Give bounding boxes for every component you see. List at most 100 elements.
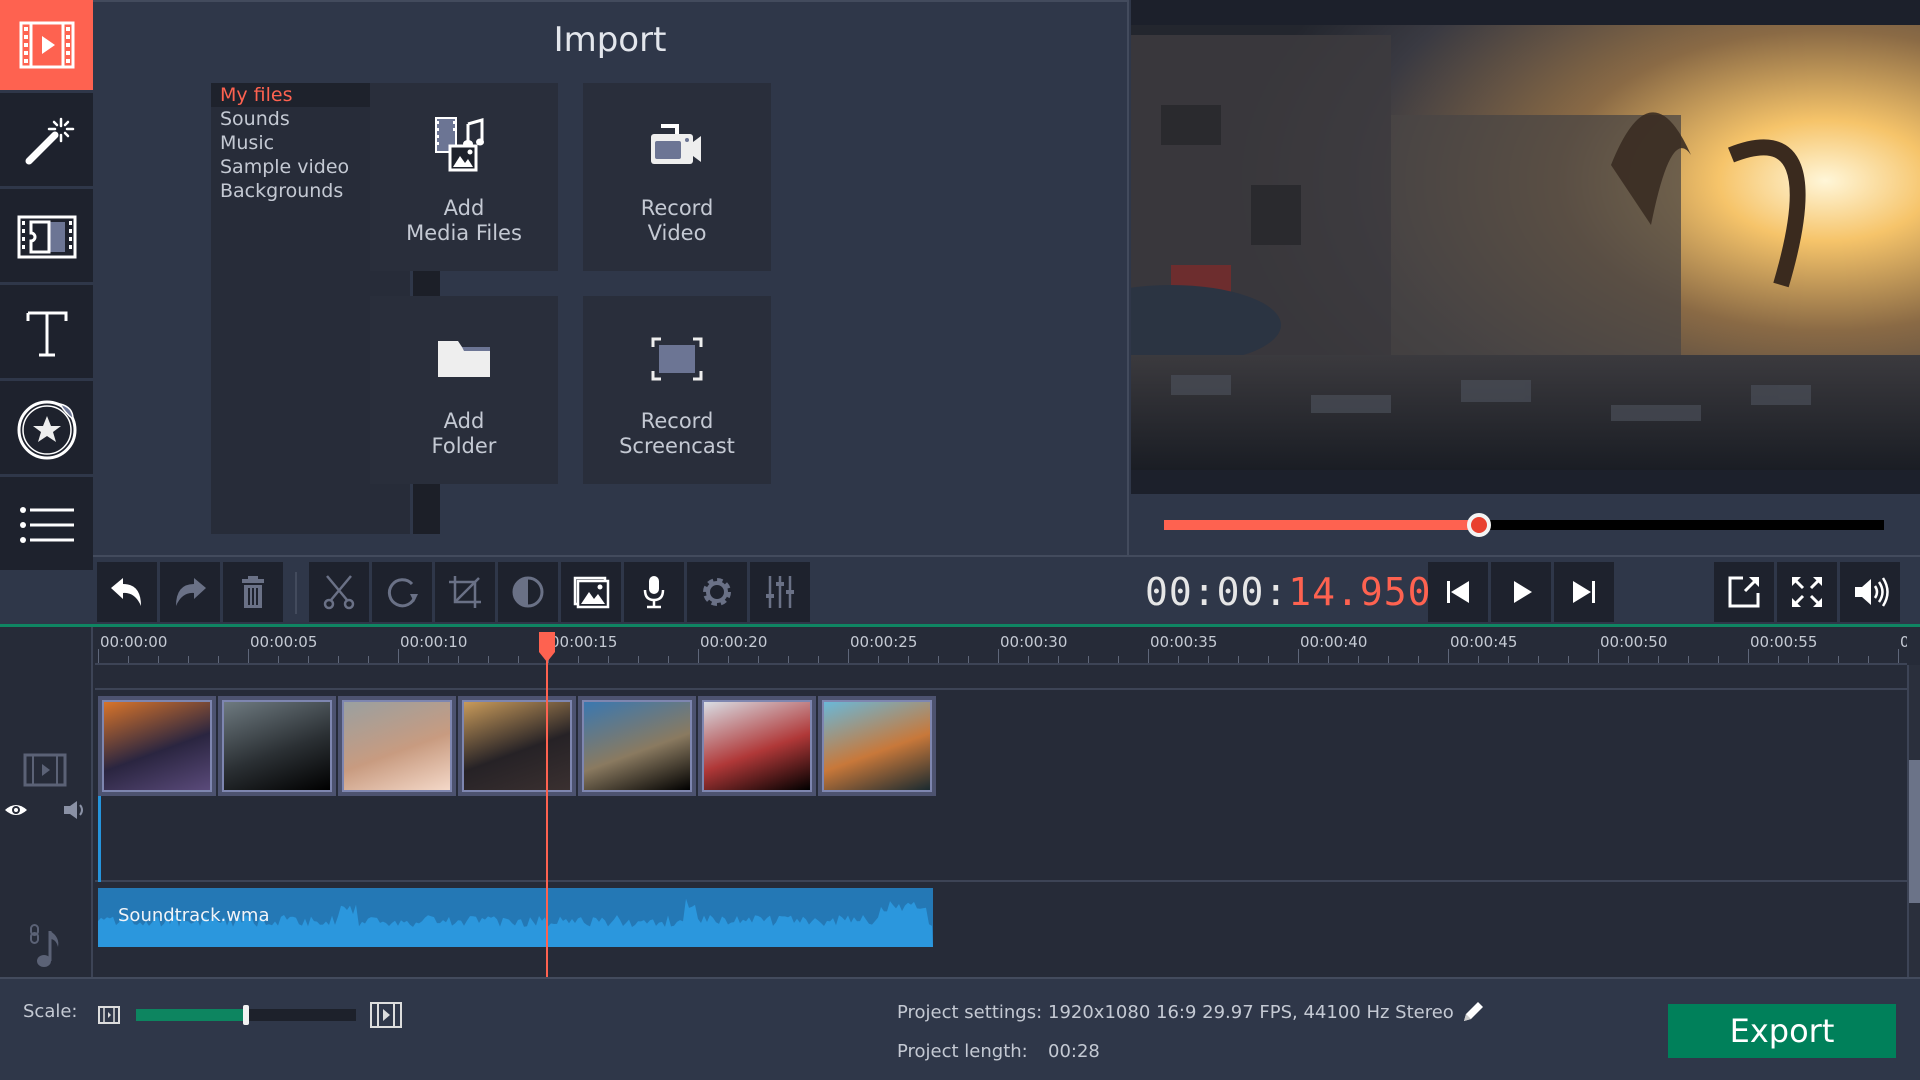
- seek-bar[interactable]: [1164, 513, 1884, 537]
- add-media-files-button[interactable]: Add Media Files: [370, 83, 558, 271]
- sliders-icon: [766, 576, 794, 608]
- volume-icon: [1855, 577, 1889, 607]
- timeline-scrollbar[interactable]: [1907, 665, 1920, 977]
- volume-button[interactable]: [1840, 562, 1900, 622]
- video-clip[interactable]: [98, 696, 216, 796]
- overlay-track: [95, 665, 1907, 690]
- ruler-tick: [308, 656, 309, 663]
- film-track-icon: [23, 753, 67, 787]
- rotate-button[interactable]: [372, 562, 432, 622]
- project-settings-value: 1920x1080 16:9 29.97 FPS, 44100 Hz Stere…: [1048, 1002, 1454, 1023]
- screencast-icon: [583, 321, 771, 396]
- list-icon: [19, 507, 74, 543]
- project-settings-label: Project settings:: [897, 1002, 1043, 1023]
- project-length-value: 00:28: [1048, 1041, 1100, 1062]
- preview-video[interactable]: [1131, 25, 1920, 470]
- ruler-tick: [1658, 656, 1659, 663]
- split-button[interactable]: [309, 562, 369, 622]
- clip-thumbnail: [102, 700, 212, 792]
- crop-button[interactable]: [435, 562, 495, 622]
- time-ruler[interactable]: 00:00:00 00:00:05 00:00:10 00:00:15 00:00:20…: [95, 627, 1907, 665]
- insert-marker: [98, 796, 101, 882]
- seek-handle[interactable]: [1467, 513, 1492, 537]
- clip-thumbnail: [822, 700, 932, 792]
- ruler-tick: [1748, 649, 1749, 663]
- scale-slider[interactable]: [136, 1005, 356, 1025]
- import-panel: Import My files Sounds Music Sample vide…: [93, 0, 1127, 555]
- external-window-icon: [1728, 576, 1760, 608]
- ruler-tick: [1268, 656, 1269, 663]
- transition-puzzle-icon: [17, 215, 76, 259]
- video-clip[interactable]: [818, 696, 936, 796]
- preview-panel: [1127, 0, 1920, 557]
- ruler-tick: [758, 656, 759, 663]
- status-bar: Scale: Project settings: 1920x1080 16:9 …: [0, 977, 1920, 1080]
- clip-thumbnail: [462, 700, 572, 792]
- track-headers: [0, 627, 93, 977]
- color-adjust-button[interactable]: [498, 562, 558, 622]
- ruler-label: 00:00:40: [1300, 633, 1368, 651]
- clip-properties-button[interactable]: [687, 562, 747, 622]
- sidebar-item-titles[interactable]: [0, 288, 93, 381]
- skip-forward-icon: [1573, 581, 1595, 603]
- ruler-tick: [908, 656, 909, 663]
- video-camera-icon: [583, 108, 771, 183]
- edit-pencil-icon[interactable]: [1460, 999, 1486, 1025]
- image-icon: [573, 576, 610, 609]
- record-video-button[interactable]: Record Video: [583, 83, 771, 271]
- zoom-in-film-icon[interactable]: [370, 1002, 402, 1028]
- video-clip[interactable]: [218, 696, 336, 796]
- tile-label: Add Folder: [431, 409, 497, 458]
- audio-clip[interactable]: Soundtrack.wma: [98, 888, 933, 947]
- ruler-tick: [728, 656, 729, 663]
- divider: [93, 555, 1920, 557]
- sidebar-item-import[interactable]: [0, 0, 93, 93]
- scale-handle[interactable]: [243, 1005, 249, 1025]
- redo-button[interactable]: [160, 562, 220, 622]
- playhead-line[interactable]: [545, 632, 548, 977]
- sidebar-item-more[interactable]: [0, 480, 93, 573]
- equalizer-button[interactable]: [750, 562, 810, 622]
- scale-label: Scale:: [23, 1001, 78, 1022]
- fullscreen-button[interactable]: [1777, 562, 1837, 622]
- sidebar-item-transitions[interactable]: [0, 192, 93, 285]
- delete-button[interactable]: [223, 562, 283, 622]
- scale-fill: [136, 1009, 246, 1021]
- video-clip[interactable]: [458, 696, 576, 796]
- ruler-tick: [458, 656, 459, 663]
- slideshow-wizard-button[interactable]: [561, 562, 621, 622]
- video-track: [95, 690, 1907, 882]
- trash-icon: [242, 576, 264, 608]
- ruler-tick: [1598, 649, 1599, 663]
- play-button[interactable]: [1491, 562, 1551, 622]
- zoom-out-film-icon[interactable]: [98, 1006, 120, 1024]
- undo-button[interactable]: [97, 562, 157, 622]
- ruler-label: 00:00:05: [250, 633, 318, 651]
- clip-thumbnail: [582, 700, 692, 792]
- video-clip[interactable]: [578, 696, 696, 796]
- previous-button[interactable]: [1428, 562, 1488, 622]
- add-folder-button[interactable]: Add Folder: [370, 296, 558, 484]
- ruler-tick: [428, 656, 429, 663]
- record-audio-button[interactable]: [624, 562, 684, 622]
- ruler-tick: [1118, 656, 1119, 663]
- ruler-tick: [1178, 656, 1179, 663]
- folder-icon: [370, 321, 558, 396]
- playhead-handle[interactable]: [538, 632, 556, 662]
- sidebar-item-filters[interactable]: [0, 96, 93, 189]
- scrollbar-thumb[interactable]: [1909, 760, 1920, 903]
- video-clip[interactable]: [338, 696, 456, 796]
- rotate-icon: [387, 578, 418, 608]
- ruler-tick: [188, 656, 189, 663]
- mode-sidebar: [0, 0, 93, 573]
- eye-icon[interactable]: [4, 802, 28, 818]
- speaker-icon[interactable]: [62, 798, 88, 822]
- detach-preview-button[interactable]: [1714, 562, 1774, 622]
- video-clip[interactable]: [698, 696, 816, 796]
- ruler-label: 00:00:15: [550, 633, 618, 651]
- record-screencast-button[interactable]: Record Screencast: [583, 296, 771, 484]
- next-button[interactable]: [1554, 562, 1614, 622]
- export-button[interactable]: Export: [1668, 1004, 1896, 1058]
- sidebar-item-stickers[interactable]: [0, 384, 93, 477]
- music-note-link-icon[interactable]: [28, 923, 62, 969]
